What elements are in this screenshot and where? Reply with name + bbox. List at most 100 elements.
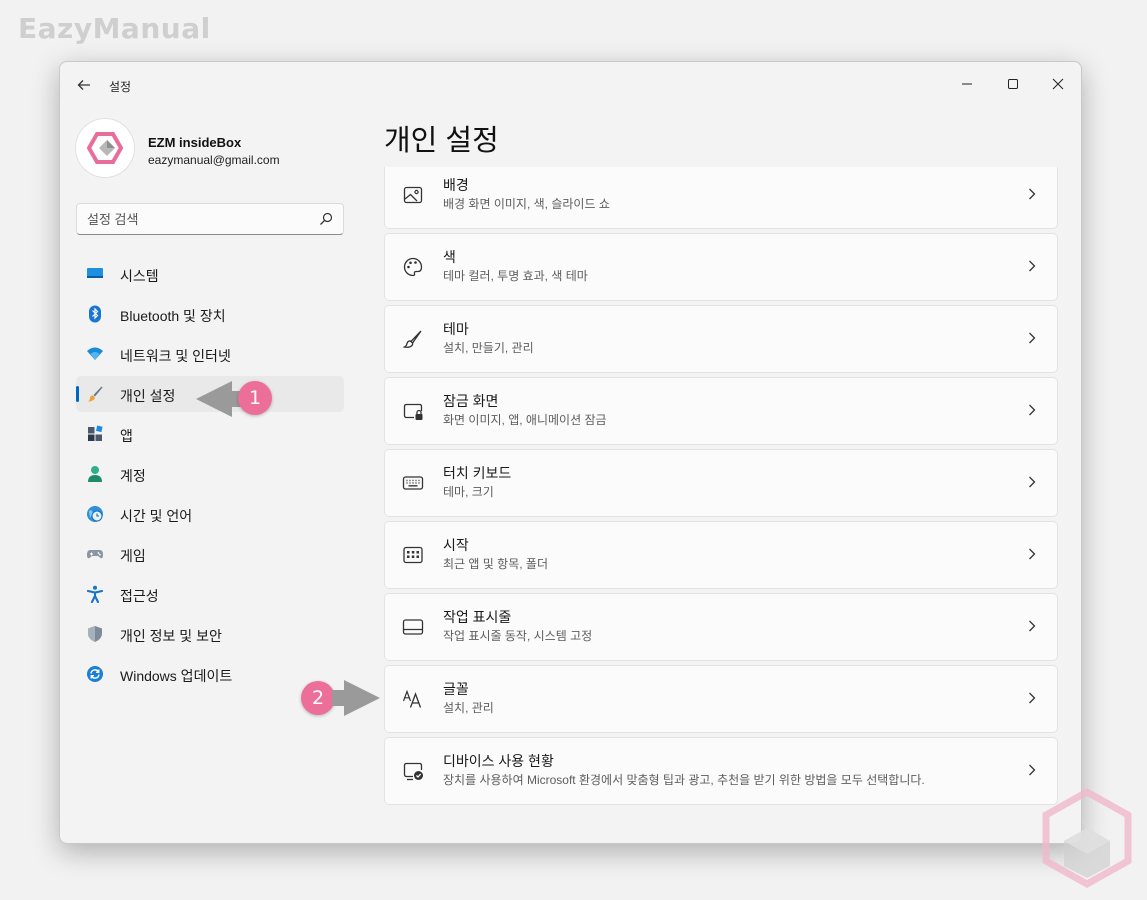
card-title: 잠금 화면 bbox=[443, 393, 499, 409]
arrow-left-icon bbox=[77, 80, 90, 90]
card-subtitle: 장치를 사용하여 Microsoft 환경에서 맞춤형 팁과 광고, 추천을 받… bbox=[443, 773, 925, 787]
minimize-icon bbox=[962, 83, 972, 85]
image-icon bbox=[403, 186, 423, 204]
wifi-icon bbox=[87, 347, 103, 360]
card-lock-screen[interactable]: 잠금 화면 화면 이미지, 앱, 애니메이션 잠금 bbox=[384, 377, 1058, 445]
time-language-icon bbox=[87, 506, 103, 522]
sidebar-item-label: 앱 bbox=[120, 428, 133, 444]
card-subtitle: 테마, 크기 bbox=[443, 485, 494, 499]
card-themes[interactable]: 테마 설치, 만들기, 관리 bbox=[384, 305, 1058, 373]
card-device-usage[interactable]: 디바이스 사용 현황 장치를 사용하여 Microsoft 환경에서 맞춤형 팁… bbox=[384, 737, 1058, 805]
gamepad-icon bbox=[87, 550, 103, 559]
card-touch-keyboard[interactable]: 터치 키보드 테마, 크기 bbox=[384, 449, 1058, 517]
chevron-right-icon bbox=[1029, 260, 1036, 272]
palette-icon bbox=[403, 257, 423, 277]
search-icon bbox=[320, 212, 333, 225]
accessibility-icon bbox=[86, 585, 104, 603]
search-input[interactable] bbox=[87, 204, 307, 234]
chevron-right-icon bbox=[1029, 620, 1036, 632]
sidebar-item-privacy[interactable]: 개인 정보 및 보안 bbox=[76, 616, 344, 652]
card-subtitle: 설치, 만들기, 관리 bbox=[443, 341, 534, 355]
annotation-badge-2: 2 bbox=[301, 681, 335, 715]
shield-icon bbox=[88, 626, 102, 642]
card-title: 작업 표시줄 bbox=[443, 609, 512, 625]
card-background[interactable]: 배경 배경 화면 이미지, 색, 슬라이드 쇼 bbox=[384, 167, 1058, 229]
settings-cards-list: 배경 배경 화면 이미지, 색, 슬라이드 쇼 색 테마 컬러, 투명 효과, … bbox=[384, 167, 1058, 827]
sidebar-item-time-language[interactable]: 시간 및 언어 bbox=[76, 496, 344, 532]
account-icon bbox=[88, 466, 102, 482]
sidebar-item-label: 개인 설정 bbox=[120, 388, 176, 404]
card-start[interactable]: 시작 최근 앱 및 항목, 폴더 bbox=[384, 521, 1058, 589]
card-title: 시작 bbox=[443, 537, 469, 553]
lock-screen-icon bbox=[403, 403, 423, 420]
sidebar-item-accessibility[interactable]: 접근성 bbox=[76, 576, 344, 612]
sidebar-item-bluetooth[interactable]: Bluetooth 및 장치 bbox=[76, 296, 344, 332]
back-button[interactable] bbox=[74, 74, 94, 96]
card-title: 배경 bbox=[443, 177, 469, 193]
bluetooth-icon bbox=[89, 305, 101, 323]
sidebar-item-label: 네트워크 및 인터넷 bbox=[120, 348, 231, 364]
card-title: 테마 bbox=[443, 321, 469, 337]
card-title: 디바이스 사용 현황 bbox=[443, 753, 554, 769]
card-subtitle: 작업 표시줄 동작, 시스템 고정 bbox=[443, 629, 593, 643]
card-title: 터치 키보드 bbox=[443, 465, 512, 481]
fonts-icon bbox=[402, 689, 422, 708]
chevron-right-icon bbox=[1029, 404, 1036, 416]
sidebar-nav: 시스템 Bluetooth 및 장치 네트워크 및 인터넷 개인 설정 앱 계정… bbox=[76, 256, 344, 696]
chevron-right-icon bbox=[1029, 764, 1036, 776]
sidebar-item-label: 개인 정보 및 보안 bbox=[120, 628, 222, 644]
active-indicator bbox=[76, 386, 79, 402]
page-title: 개인 설정 bbox=[384, 125, 499, 157]
card-title: 색 bbox=[443, 249, 456, 265]
sidebar-item-label: Windows 업데이트 bbox=[120, 668, 233, 684]
annotation-badge-1: 1 bbox=[238, 381, 272, 415]
search-box[interactable] bbox=[76, 203, 344, 235]
start-icon bbox=[403, 546, 423, 564]
maximize-button[interactable] bbox=[996, 70, 1030, 98]
apps-icon bbox=[88, 425, 103, 441]
sidebar-item-label: 계정 bbox=[120, 468, 146, 484]
brush-icon bbox=[88, 386, 103, 402]
avatar bbox=[76, 119, 134, 177]
sidebar-item-system[interactable]: 시스템 bbox=[76, 256, 344, 292]
profile-name: EZM insideBox bbox=[148, 135, 242, 150]
card-subtitle: 화면 이미지, 앱, 애니메이션 잠금 bbox=[443, 413, 607, 427]
chevron-right-icon bbox=[1029, 692, 1036, 704]
chevron-right-icon bbox=[1029, 332, 1036, 344]
sidebar-item-label: 게임 bbox=[120, 548, 146, 564]
card-colors[interactable]: 색 테마 컬러, 투명 효과, 색 테마 bbox=[384, 233, 1058, 301]
card-subtitle: 설치, 관리 bbox=[443, 701, 494, 715]
sidebar-item-apps[interactable]: 앱 bbox=[76, 416, 344, 452]
sidebar-item-network[interactable]: 네트워크 및 인터넷 bbox=[76, 336, 344, 372]
user-profile[interactable]: EZM insideBox eazymanual@gmail.com bbox=[76, 119, 346, 179]
card-subtitle: 테마 컬러, 투명 효과, 색 테마 bbox=[443, 269, 588, 283]
profile-email: eazymanual@gmail.com bbox=[148, 153, 280, 167]
keyboard-icon bbox=[402, 476, 424, 490]
sidebar-item-label: 시스템 bbox=[120, 268, 159, 284]
annotation-arrow-2 bbox=[332, 680, 380, 716]
brush-icon bbox=[402, 330, 422, 348]
close-icon bbox=[1052, 78, 1064, 90]
maximize-icon bbox=[1008, 79, 1018, 89]
card-subtitle: 배경 화면 이미지, 색, 슬라이드 쇼 bbox=[443, 197, 610, 211]
sidebar-item-label: Bluetooth 및 장치 bbox=[120, 308, 226, 324]
update-icon bbox=[87, 666, 103, 682]
eazymanual-logo bbox=[1042, 788, 1132, 888]
sidebar-item-label: 접근성 bbox=[120, 588, 159, 604]
minimize-button[interactable] bbox=[950, 70, 984, 98]
sidebar-item-accounts[interactable]: 계정 bbox=[76, 456, 344, 492]
taskbar-icon bbox=[402, 619, 424, 635]
card-title: 글꼴 bbox=[443, 681, 469, 697]
chevron-right-icon bbox=[1029, 548, 1036, 560]
app-title: 설정 bbox=[109, 80, 132, 94]
card-fonts[interactable]: 글꼴 설치, 관리 bbox=[384, 665, 1058, 733]
sidebar-item-gaming[interactable]: 게임 bbox=[76, 536, 344, 572]
watermark-text: EazyManual bbox=[18, 12, 211, 45]
device-usage-icon bbox=[403, 762, 423, 781]
title-bar: 설정 bbox=[60, 62, 1081, 108]
card-subtitle: 최근 앱 및 항목, 폴더 bbox=[443, 557, 548, 571]
card-taskbar[interactable]: 작업 표시줄 작업 표시줄 동작, 시스템 고정 bbox=[384, 593, 1058, 661]
close-button[interactable] bbox=[1041, 70, 1075, 98]
sidebar-item-label: 시간 및 언어 bbox=[120, 508, 193, 524]
settings-window: 설정 EZM insideBox eazymanual@gmail.com 설정… bbox=[59, 61, 1082, 844]
